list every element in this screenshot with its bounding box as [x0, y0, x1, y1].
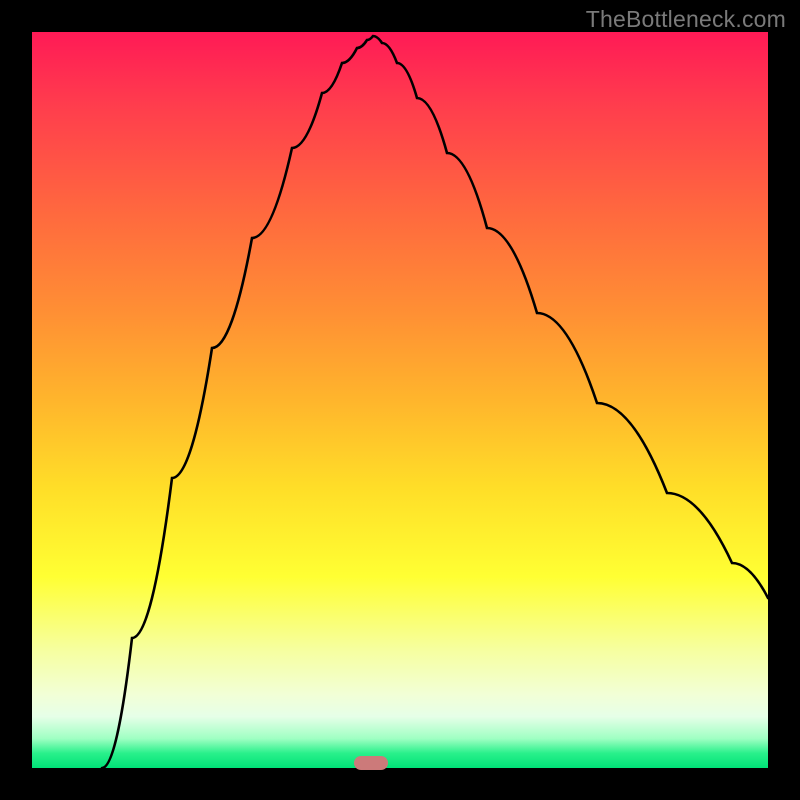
plot-area	[32, 32, 768, 768]
minimum-marker	[354, 756, 388, 770]
chart-frame: TheBottleneck.com	[0, 0, 800, 800]
watermark-text: TheBottleneck.com	[586, 6, 786, 33]
bottleneck-curve	[32, 32, 768, 768]
